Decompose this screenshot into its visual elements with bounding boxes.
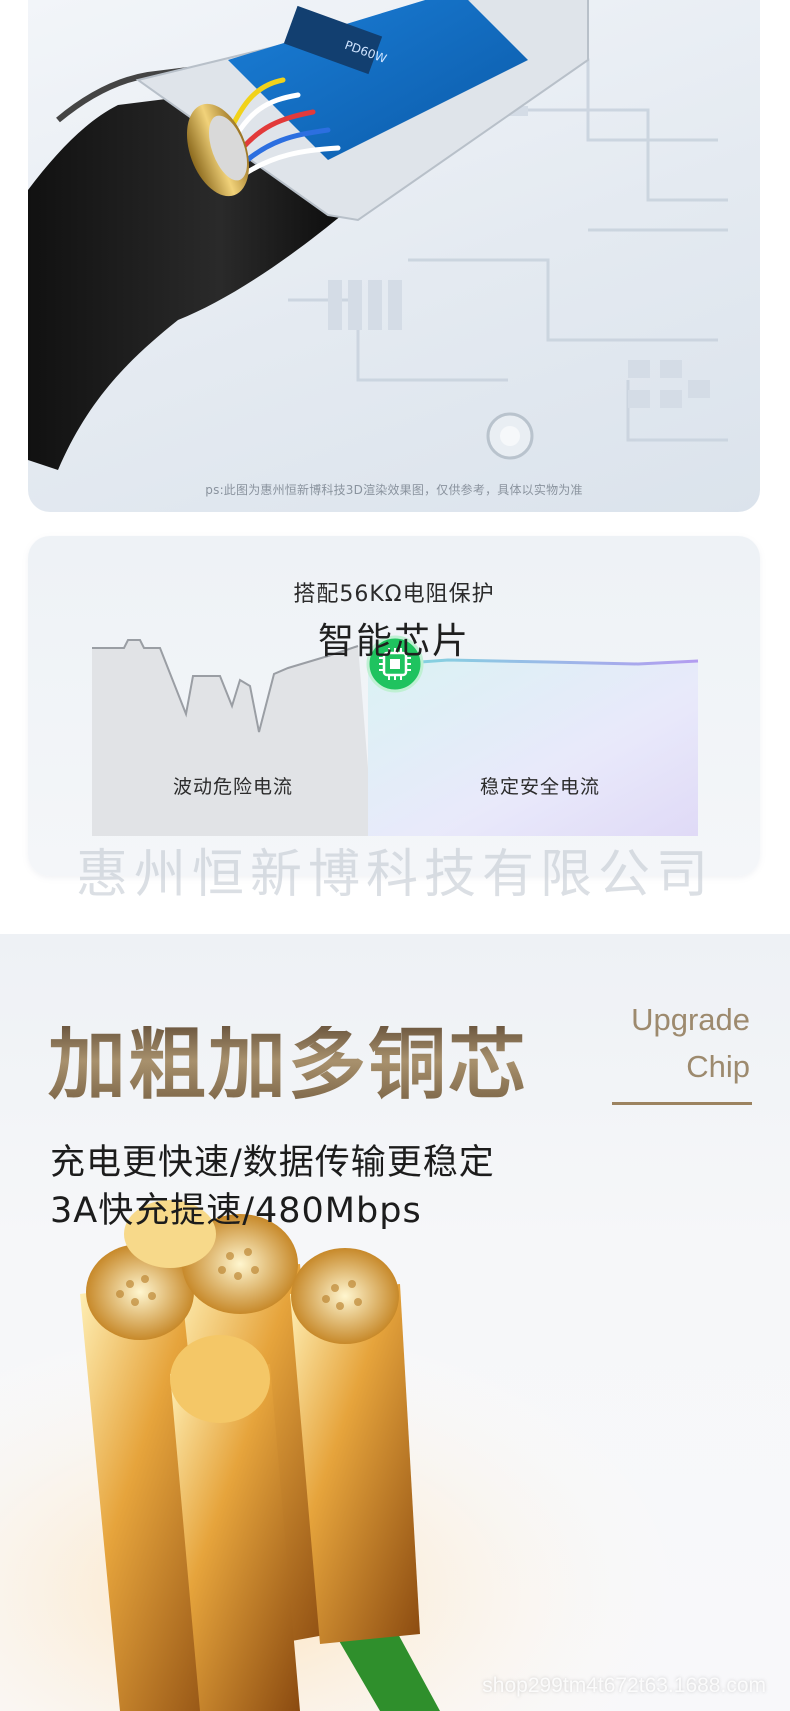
fluctuating-current-area <box>92 640 368 836</box>
fluctuating-current-label: 波动危险电流 <box>173 776 294 798</box>
copper-core-section: Upgrade Chip 加粗加多铜芯 充电更快速/数据传输更稳定 3A快充提速… <box>0 934 790 1711</box>
copper-title: 加粗加多铜芯 <box>48 1020 529 1110</box>
stable-current-label: 稳定安全电流 <box>480 776 601 798</box>
stable-current-area <box>368 660 698 836</box>
feature-line-1: 充电更快速/数据传输更稳定 <box>50 1143 495 1183</box>
chip-title: 智能芯片 <box>317 621 470 662</box>
connector-render-image: PD60W <box>28 0 728 470</box>
accent-rule <box>612 1102 752 1105</box>
feature-line-2: 3A快充提速/480Mbps <box>50 1191 422 1231</box>
render-disclaimer: ps:此图为惠州恒新博科技3D渲染效果图，仅供参考，具体以实物为准 <box>205 483 583 497</box>
chip-label: Chip <box>686 1049 750 1084</box>
company-watermark: 惠州恒新博科技有限公司 <box>75 845 714 905</box>
connector-render-card: PD60W ps:此图为惠州恒新博科技3D渲染效果图，仅供参考，具体以实物为准 <box>28 0 760 512</box>
upgrade-label: Upgrade <box>631 1002 750 1037</box>
shop-watermark: shop299tm4t672t63.1688.com <box>482 1674 766 1697</box>
smart-chip-card: 搭配56KΩ电阻保护 智能芯片 波动危险电流 稳定安全电流 <box>28 536 760 876</box>
chip-subtitle: 搭配56KΩ电阻保护 <box>293 582 495 607</box>
